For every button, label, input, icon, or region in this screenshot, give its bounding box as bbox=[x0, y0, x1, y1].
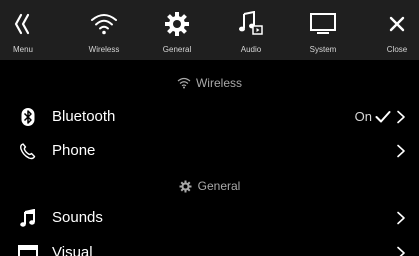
general-tab[interactable]: General bbox=[151, 0, 203, 60]
close-label: Close bbox=[386, 45, 408, 54]
visual-row[interactable]: Visual bbox=[0, 238, 419, 256]
audio-tab[interactable]: Audio bbox=[225, 0, 277, 60]
display-icon bbox=[18, 243, 38, 256]
gear-icon bbox=[179, 179, 193, 193]
sounds-row[interactable]: Sounds bbox=[0, 203, 419, 233]
wireless-section-title: Wireless bbox=[195, 76, 242, 90]
chevron-right-icon bbox=[396, 246, 406, 256]
general-label: General bbox=[162, 45, 192, 54]
bluetooth-label: Bluetooth bbox=[52, 108, 116, 125]
phone-row[interactable]: Phone bbox=[0, 136, 419, 166]
audio-label: Audio bbox=[240, 45, 262, 54]
general-section-title: General bbox=[197, 179, 241, 193]
visual-label: Visual bbox=[52, 244, 93, 256]
system-tab[interactable]: System bbox=[297, 0, 349, 60]
wireless-label: Wireless bbox=[88, 45, 120, 54]
music-note-icon bbox=[18, 208, 38, 228]
chevron-right-icon bbox=[396, 144, 406, 158]
phone-icon bbox=[18, 141, 38, 161]
wireless-section-header: Wireless bbox=[0, 74, 419, 92]
close-button[interactable]: Close bbox=[375, 0, 419, 60]
gear-icon bbox=[163, 10, 191, 38]
top-navigation-bar: Menu Wireless General Audio System Close bbox=[0, 0, 419, 60]
menu-label: Menu bbox=[12, 45, 33, 54]
bluetooth-status-value: On bbox=[354, 109, 372, 124]
sounds-label: Sounds bbox=[52, 209, 103, 226]
system-label: System bbox=[309, 45, 337, 54]
chevron-right-icon bbox=[396, 211, 406, 225]
general-section-header: General bbox=[0, 177, 419, 195]
bluetooth-row[interactable]: Bluetooth On bbox=[0, 102, 419, 132]
music-note-icon bbox=[237, 10, 265, 38]
chevron-right-icon bbox=[396, 110, 406, 124]
phone-label: Phone bbox=[52, 142, 96, 159]
wifi-icon bbox=[177, 76, 191, 90]
close-icon bbox=[383, 10, 411, 38]
checkmark-icon bbox=[375, 110, 391, 124]
bluetooth-icon bbox=[18, 107, 38, 127]
double-chevron-left-icon bbox=[9, 10, 37, 38]
wifi-icon bbox=[90, 10, 118, 38]
monitor-icon bbox=[309, 10, 337, 38]
wireless-tab[interactable]: Wireless bbox=[78, 0, 130, 60]
menu-button[interactable]: Menu bbox=[0, 0, 46, 60]
